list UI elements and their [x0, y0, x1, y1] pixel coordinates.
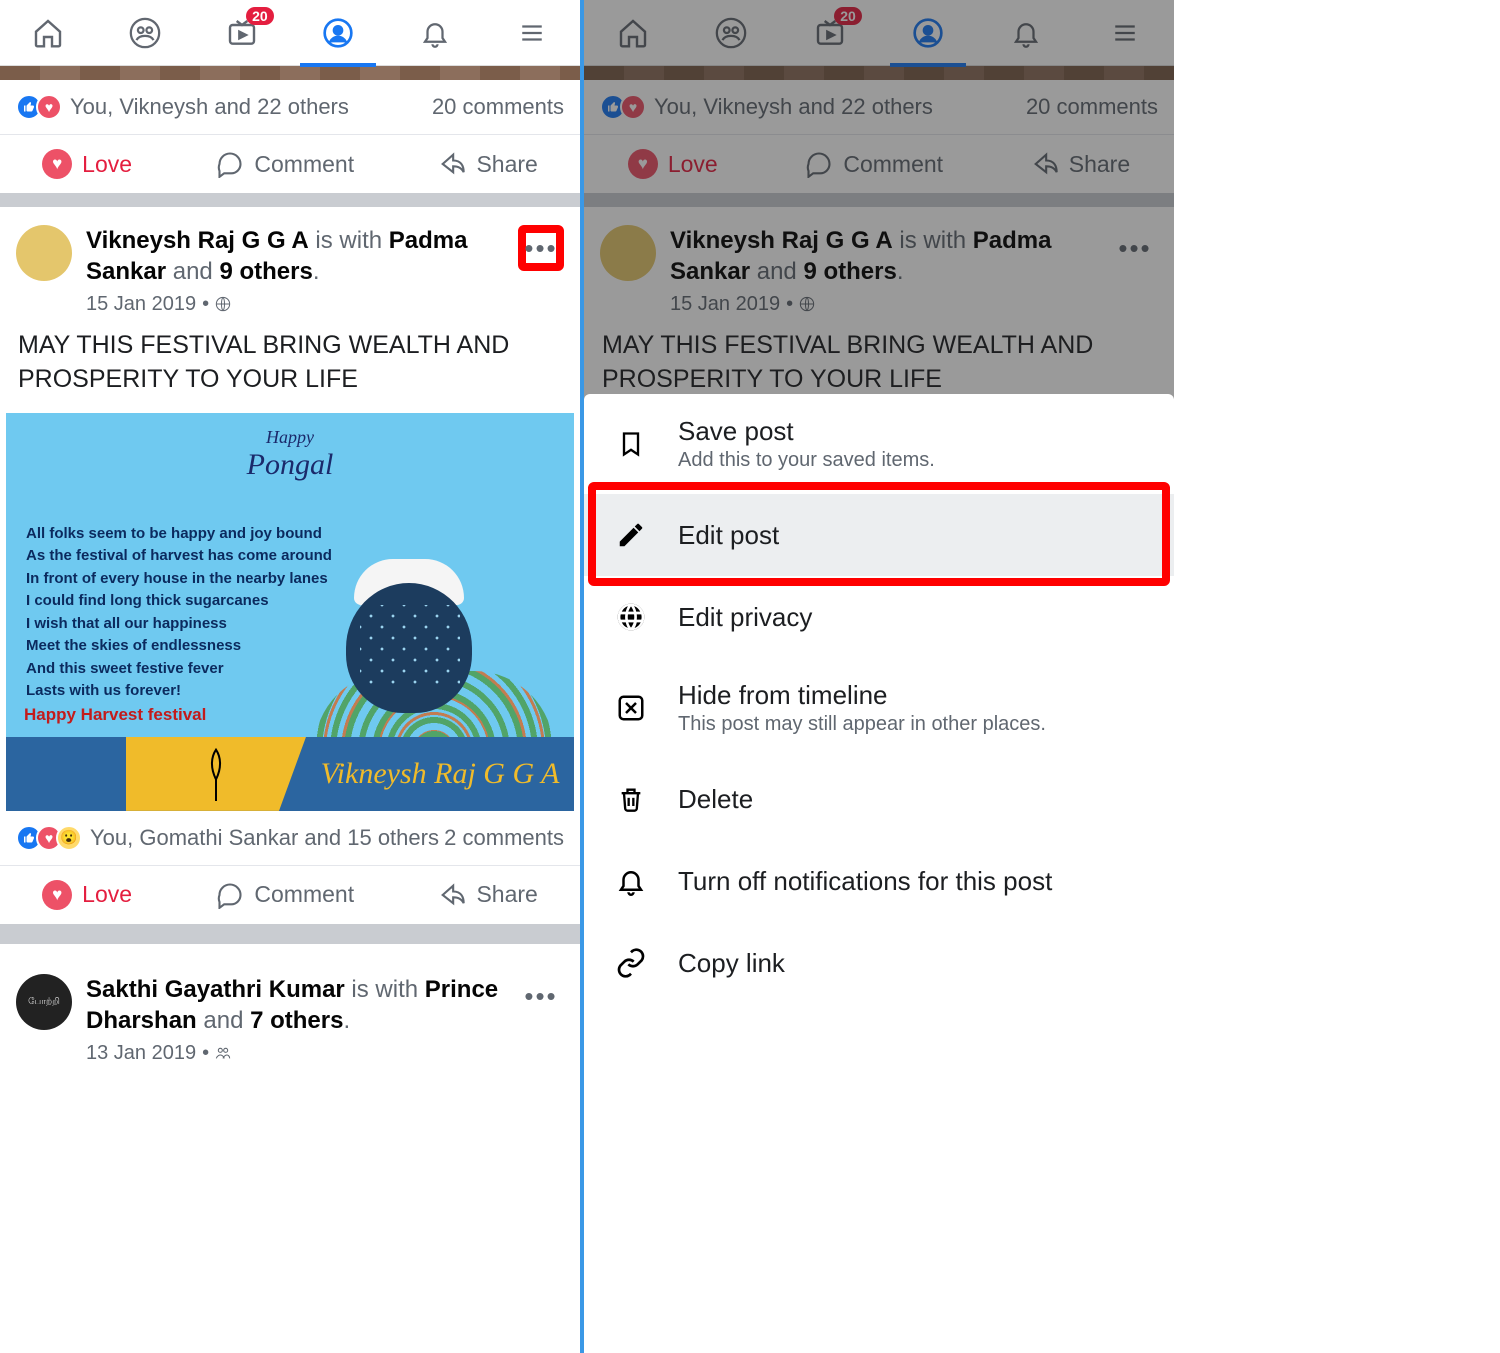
- share-label: Share: [476, 881, 537, 908]
- wow-icon: 😮: [56, 825, 82, 851]
- comment-button[interactable]: Comment: [216, 881, 354, 909]
- post1-image[interactable]: Happy Pongal All folks seem to be happy …: [6, 413, 574, 811]
- post1-reactions[interactable]: ♥ 😮 You, Gomathi Sankar and 15 others 2 …: [0, 811, 580, 865]
- prev-post-reactions[interactable]: ♥ You, Vikneysh and 22 others 20 comment…: [0, 80, 580, 134]
- globe-icon: [215, 296, 231, 312]
- tab-menu[interactable]: [504, 13, 560, 53]
- post2-more-button[interactable]: •••: [518, 974, 564, 1020]
- right-screenshot: 20 ♥ You, Vikneysh and 22 others 20 comm…: [584, 0, 1174, 1353]
- love-icon: ♥: [36, 94, 62, 120]
- love-button[interactable]: ♥ Love: [42, 880, 132, 910]
- image-signature: Vikneysh Raj G G A: [306, 737, 574, 811]
- menu-edit-post[interactable]: Edit post: [584, 494, 1174, 576]
- menu-hide-title: Hide from timeline: [678, 680, 1046, 711]
- trash-icon: [612, 780, 650, 818]
- menu-turn-off-notifications[interactable]: Turn off notifications for this post: [584, 840, 1174, 922]
- prev-post-actions: ♥ Love Comment Share: [0, 134, 580, 193]
- pen-logo: [126, 737, 306, 811]
- image-title: Pongal: [6, 448, 574, 482]
- bell-icon: [612, 862, 650, 900]
- post1-header: Vikneysh Raj G G A is with Padma Sankar …: [0, 207, 580, 323]
- prev-comments-count[interactable]: 20 comments: [432, 94, 564, 120]
- comment-icon: [216, 881, 244, 909]
- watch-badge: 20: [246, 7, 274, 25]
- menu-copy-link[interactable]: Copy link: [584, 922, 1174, 1004]
- menu-edit-privacy[interactable]: Edit privacy: [584, 576, 1174, 658]
- share-icon: [438, 881, 466, 909]
- menu-delete-post[interactable]: Delete: [584, 758, 1174, 840]
- menu-save-title: Save post: [678, 416, 935, 447]
- comment-icon: [216, 150, 244, 178]
- post1-comment-count[interactable]: 2 comments: [444, 825, 564, 851]
- post-options-sheet: Save post Add this to your saved items. …: [584, 394, 1174, 1353]
- image-title-small: Happy: [6, 427, 574, 448]
- x-box-icon: [612, 689, 650, 727]
- menu-hide-timeline[interactable]: Hide from timeline This post may still a…: [584, 658, 1174, 758]
- menu-hide-sub: This post may still appear in other plac…: [678, 713, 1046, 736]
- post2-date: 13 Jan 2019: [86, 1040, 196, 1066]
- menu-notif-title: Turn off notifications for this post: [678, 866, 1052, 897]
- pencil-icon: [612, 516, 650, 554]
- tab-notifications[interactable]: [407, 13, 463, 53]
- link-icon: [612, 944, 650, 982]
- post1-author-line[interactable]: Vikneysh Raj G G A is with Padma Sankar …: [86, 225, 504, 287]
- image-strip: [0, 66, 580, 80]
- post1-more-button[interactable]: •••: [518, 225, 564, 271]
- globe-icon: [612, 598, 650, 636]
- tab-profile[interactable]: [310, 13, 366, 53]
- menu-edit-title: Edit post: [678, 520, 779, 551]
- image-harvest-line: Happy Harvest festival: [24, 705, 206, 725]
- comment-button[interactable]: Comment: [216, 150, 354, 178]
- post1-avatar[interactable]: [16, 225, 72, 281]
- tab-groups[interactable]: [117, 13, 173, 53]
- top-tabbar: 20: [0, 0, 580, 66]
- bookmark-icon: [612, 425, 650, 463]
- share-button[interactable]: Share: [438, 881, 537, 909]
- post1-actions: ♥ Love Comment Share: [0, 865, 580, 924]
- tab-watch[interactable]: 20: [214, 13, 270, 53]
- tab-home[interactable]: [20, 13, 76, 53]
- post1-reactors: You, Gomathi Sankar and 15 others: [90, 825, 439, 851]
- love-label: Love: [82, 881, 132, 908]
- post2-author-line[interactable]: Sakthi Gayathri Kumar is with Prince Dha…: [86, 974, 504, 1036]
- share-icon: [438, 150, 466, 178]
- comment-label: Comment: [254, 881, 354, 908]
- prev-reactors: You, Vikneysh and 22 others: [70, 94, 349, 120]
- pongal-pot: [334, 533, 484, 713]
- heart-icon: ♥: [42, 149, 72, 179]
- friends-icon: [215, 1045, 231, 1061]
- love-label: Love: [82, 151, 132, 178]
- share-button[interactable]: Share: [438, 150, 537, 178]
- left-screenshot: 20 ♥ You, Vikneysh and 22: [0, 0, 584, 1353]
- share-label: Share: [476, 151, 537, 178]
- love-button[interactable]: ♥ Love: [42, 149, 132, 179]
- post1-date: 15 Jan 2019: [86, 291, 196, 317]
- menu-save-sub: Add this to your saved items.: [678, 449, 935, 472]
- menu-copy-title: Copy link: [678, 948, 785, 979]
- menu-save-post[interactable]: Save post Add this to your saved items.: [584, 394, 1174, 494]
- image-poem: All folks seem to be happy and joy bound…: [26, 523, 346, 703]
- menu-privacy-title: Edit privacy: [678, 602, 812, 633]
- heart-icon: ♥: [42, 880, 72, 910]
- post2-header: போற்றி Sakthi Gayathri Kumar is with Pri…: [0, 956, 580, 1072]
- post2-avatar[interactable]: போற்றி: [16, 974, 72, 1030]
- post1-body: MAY THIS FESTIVAL BRING WEALTH AND PROSP…: [0, 323, 580, 409]
- menu-delete-title: Delete: [678, 784, 753, 815]
- comment-label: Comment: [254, 151, 354, 178]
